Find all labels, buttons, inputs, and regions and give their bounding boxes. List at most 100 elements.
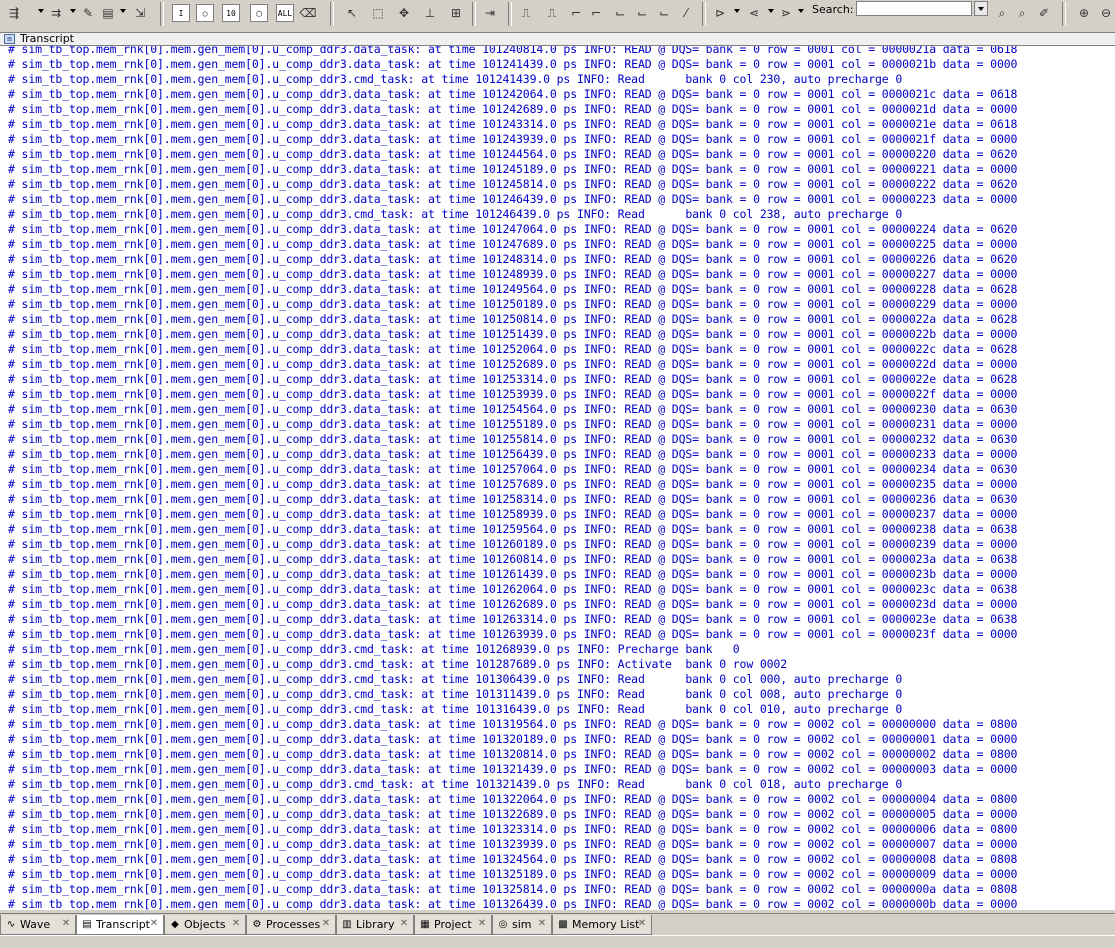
transcript-line: # sim_tb_top.mem_rnk[0].mem.gen_mem[0].u… [8, 357, 1018, 371]
edit-icon[interactable]: ✎ [78, 3, 98, 23]
toolbar-separator [472, 2, 476, 26]
toggle-breakpoint-icon[interactable]: ○ [196, 4, 214, 22]
readers-icon[interactable]: ⋖ [744, 3, 764, 23]
memory-list-icon: ▩ [558, 918, 568, 930]
edge-prev-icon[interactable]: ⎍ [542, 3, 562, 23]
trace-icon[interactable]: ⋗ [776, 3, 796, 23]
objects-icon: ◆ [171, 918, 179, 930]
close-icon[interactable]: ✕ [399, 919, 409, 929]
chevron-down-icon[interactable] [768, 9, 774, 13]
chevron-down-icon[interactable] [798, 9, 804, 13]
transcript-icon: ≡ [4, 34, 15, 44]
transcript-title: Transcript [20, 32, 74, 45]
tab-library[interactable]: ▥ Library ✕ [336, 915, 414, 935]
transcript-line: # sim_tb_top.mem_rnk[0].mem.gen_mem[0].u… [8, 222, 1018, 236]
close-icon[interactable]: ✕ [149, 919, 159, 929]
import-icon[interactable]: ⇲ [130, 3, 150, 23]
find-icon[interactable]: ⌕ [992, 3, 1012, 23]
tab-memory-list[interactable]: ▩ Memory List ✕ [552, 915, 652, 935]
transcript-line: # sim_tb_top.mem_rnk[0].mem.gen_mem[0].u… [8, 432, 1018, 446]
close-icon[interactable]: ✕ [321, 919, 331, 929]
close-icon[interactable]: ✕ [537, 919, 547, 929]
tab-label: Processes [266, 918, 321, 931]
transcript-line: # sim_tb_top.mem_rnk[0].mem.gen_mem[0].u… [8, 792, 1018, 806]
move-icon[interactable]: ✥ [394, 3, 414, 23]
tab-label: sim [512, 918, 532, 931]
tab-transcript[interactable]: ▤ Transcript ✕ [76, 915, 164, 935]
edge-edit-icon[interactable]: ⁄ [676, 3, 696, 23]
find-clear-icon[interactable]: ✐ [1034, 3, 1054, 23]
select-box-icon[interactable]: ▢ [250, 4, 268, 22]
transcript-line: # sim_tb_top.mem_rnk[0].mem.gen_mem[0].u… [8, 162, 1018, 176]
transcript-line: # sim_tb_top.mem_rnk[0].mem.gen_mem[0].u… [8, 717, 1018, 731]
close-icon[interactable]: ✕ [231, 919, 241, 929]
close-icon[interactable]: ✕ [477, 919, 487, 929]
tab-processes[interactable]: ⚙ Processes ✕ [246, 915, 336, 935]
chevron-down-icon[interactable] [734, 9, 740, 13]
transcript-line: # sim_tb_top.mem_rnk[0].mem.gen_mem[0].u… [8, 237, 1018, 251]
transcript-line: # sim_tb_top.mem_rnk[0].mem.gen_mem[0].u… [8, 387, 1018, 401]
select-pointer-icon[interactable]: ↖ [342, 3, 362, 23]
library-icon: ▥ [342, 918, 352, 930]
search-input[interactable] [856, 1, 972, 16]
edge-end-icon[interactable]: ⌙ [654, 3, 674, 23]
transcript-line: # sim_tb_top.mem_rnk[0].mem.gen_mem[0].u… [8, 46, 1018, 56]
insert-cursor-icon[interactable]: I [172, 4, 190, 22]
transcript-line: # sim_tb_top.mem_rnk[0].mem.gen_mem[0].u… [8, 342, 1018, 356]
zoom-out-icon[interactable]: ⊖ [1096, 3, 1115, 23]
transcript-line: # sim_tb_top.mem_rnk[0].mem.gen_mem[0].u… [8, 552, 1018, 566]
measure-box-icon[interactable]: ⊞ [446, 3, 466, 23]
all-icon[interactable]: ALL [276, 4, 294, 22]
transcript-line: # sim_tb_top.mem_rnk[0].mem.gen_mem[0].u… [8, 117, 1018, 131]
toolbar-separator [508, 2, 512, 26]
transcript-line: # sim_tb_top.mem_rnk[0].mem.gen_mem[0].u… [8, 537, 1018, 551]
edge-next-icon[interactable]: ⌐ [586, 3, 606, 23]
find-next-icon[interactable]: ⌕ [1012, 3, 1032, 23]
close-icon[interactable]: ✕ [637, 919, 647, 929]
transcript-line: # sim_tb_top.mem_rnk[0].mem.gen_mem[0].u… [8, 252, 1018, 266]
transcript-line: # sim_tb_top.mem_rnk[0].mem.gen_mem[0].u… [8, 267, 1018, 281]
transcript-line: # sim_tb_top.mem_rnk[0].mem.gen_mem[0].u… [8, 477, 1018, 491]
eraser-icon[interactable]: ⌫ [298, 3, 318, 23]
status-bar [0, 935, 1115, 948]
tab-objects[interactable]: ◆ Objects ✕ [164, 915, 246, 935]
tab-label: Project [434, 918, 472, 931]
chevron-down-icon[interactable] [120, 9, 126, 13]
edge-last-icon[interactable]: ⌙ [632, 3, 652, 23]
toolbar-separator [160, 2, 164, 26]
transcript-line: # sim_tb_top.mem_rnk[0].mem.gen_mem[0].u… [8, 822, 1018, 836]
transcript-line: # sim_tb_top.mem_rnk[0].mem.gen_mem[0].u… [8, 72, 903, 86]
search-dropdown-button[interactable] [974, 1, 988, 16]
edge-first-icon[interactable]: ⎍ [516, 3, 536, 23]
driver-icon[interactable]: ⊳ [710, 3, 730, 23]
chevron-down-icon [978, 6, 984, 11]
tab-project[interactable]: ▦ Project ✕ [414, 915, 492, 935]
step-over-icon[interactable]: ⇉ [46, 3, 66, 23]
close-icon[interactable]: ✕ [61, 919, 71, 929]
chevron-down-icon[interactable] [38, 9, 44, 13]
chevron-down-icon[interactable] [70, 9, 76, 13]
tab-label: Wave [20, 918, 51, 931]
tab-label: Memory List [572, 918, 640, 931]
edge-next2-icon[interactable]: ⌙ [610, 3, 630, 23]
measure-icon[interactable]: ⊥ [420, 3, 440, 23]
transcript-line: # sim_tb_top.mem_rnk[0].mem.gen_mem[0].u… [8, 417, 1018, 431]
format-icon[interactable]: 10 [222, 4, 240, 22]
edge-prev2-icon[interactable]: ⌐ [566, 3, 586, 23]
transcript-line: # sim_tb_top.mem_rnk[0].mem.gen_mem[0].u… [8, 702, 903, 716]
step-icon[interactable]: ⇶ [4, 3, 24, 23]
zoom-in-icon[interactable]: ⊕ [1074, 3, 1094, 23]
zoom-region-icon[interactable]: ⬚ [368, 3, 388, 23]
cursor-step-icon[interactable]: ⇥ [480, 3, 500, 23]
transcript-line: # sim_tb_top.mem_rnk[0].mem.gen_mem[0].u… [8, 297, 1018, 311]
tab-sim[interactable]: ◎ sim ✕ [492, 915, 552, 935]
layout-icon[interactable]: ▤ [98, 3, 118, 23]
tab-wave[interactable]: ∿ Wave ✕ [0, 915, 76, 935]
transcript-line: # sim_tb_top.mem_rnk[0].mem.gen_mem[0].u… [8, 837, 1018, 851]
transcript-console[interactable]: # sim_tb_top.mem_rnk[0].mem.gen_mem[0].u… [0, 46, 1115, 910]
toolbar-separator [1062, 2, 1066, 26]
transcript-line: # sim_tb_top.mem_rnk[0].mem.gen_mem[0].u… [8, 492, 1018, 506]
transcript-line: # sim_tb_top.mem_rnk[0].mem.gen_mem[0].u… [8, 147, 1018, 161]
transcript-line: # sim_tb_top.mem_rnk[0].mem.gen_mem[0].u… [8, 672, 903, 686]
tab-label: Objects [184, 918, 226, 931]
